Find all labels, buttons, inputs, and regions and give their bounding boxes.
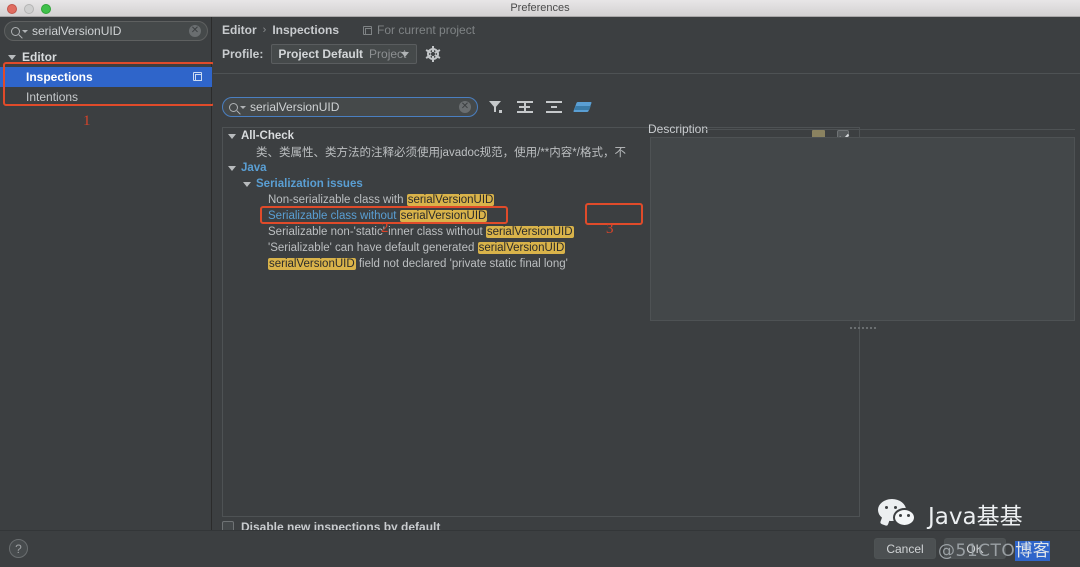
wechat-bubble-small (893, 508, 916, 527)
tree-row-prefix: Serializable non-'static' inner class wi… (268, 226, 486, 238)
project-scope-icon (363, 25, 373, 35)
chevron-down-icon[interactable] (401, 51, 410, 57)
chevron-down-icon[interactable] (240, 105, 246, 109)
tree-row-suffix: field not declared 'private static final… (355, 258, 568, 270)
watermark-text: Java基基 (928, 504, 1023, 530)
chevron-down-icon[interactable] (228, 133, 236, 139)
sidebar-search-value: serialVersionUID (32, 24, 122, 38)
scope-note-label: For current project (377, 23, 476, 37)
clear-icon[interactable]: ✕ (189, 25, 201, 37)
breadcrumb: Editor › Inspections For current project (222, 23, 475, 37)
bar (524, 103, 526, 111)
sidebar-item-label: Editor (22, 50, 57, 64)
description-divider (703, 129, 1075, 130)
profile-label: Profile: (222, 47, 264, 61)
wechat-eye (907, 514, 910, 517)
copy-icon[interactable] (193, 72, 202, 81)
reset-to-defaults-icon[interactable] (572, 97, 594, 117)
clear-icon[interactable]: ✕ (459, 101, 471, 113)
preferences-window: Preferences serialVersionUID ✕ Editor In… (0, 0, 1080, 567)
profile-value: Project Default (278, 47, 364, 61)
sidebar-item-inspections[interactable]: Inspections (0, 67, 212, 87)
splitter-grip[interactable] (849, 327, 876, 329)
tree-row-prefix: Non-serializable class with (268, 194, 407, 206)
tree-row-highlight: serialVersionUID (399, 210, 488, 222)
bar (546, 101, 562, 103)
sidebar-item-editor[interactable]: Editor (0, 47, 212, 67)
tree-row-highlight: serialVersionUID (477, 242, 566, 254)
search-icon (229, 102, 238, 112)
annotation-number-1: 1 (83, 113, 91, 129)
inspection-search-input[interactable]: serialVersionUID ✕ (222, 97, 478, 117)
funnel-dot (499, 110, 502, 113)
sidebar-item-label: Intentions (26, 90, 79, 104)
profile-row: Profile: Project Default Project (222, 44, 441, 64)
bar (546, 111, 562, 113)
sidebar-tree: Editor Inspections Intentions (0, 47, 212, 107)
breadcrumb-current: Inspections (272, 23, 340, 37)
description-label: Description (648, 122, 709, 136)
dialog-footer: ? Cancel OK (0, 530, 1080, 567)
watermark-overlay-left: @51CTO (938, 541, 1016, 561)
settings-sidebar: serialVersionUID ✕ Editor Inspections In… (0, 17, 215, 530)
wechat-eye (894, 506, 897, 509)
wechat-icon (878, 499, 920, 529)
tree-row-highlight: serialVersionUID (268, 258, 356, 270)
header-divider (213, 73, 1080, 74)
sidebar-item-label: Inspections (26, 70, 93, 84)
title-bar: Preferences (0, 0, 1080, 17)
wechat-eye (899, 514, 902, 517)
breadcrumb-separator: › (262, 24, 267, 36)
watermark-brand: Java基基 (878, 497, 1023, 531)
inspection-search-value: serialVersionUID (250, 100, 340, 114)
cancel-button[interactable]: Cancel (874, 538, 936, 559)
help-icon[interactable]: ? (9, 539, 28, 558)
bar (551, 106, 557, 108)
wechat-eye (885, 506, 888, 509)
profile-select[interactable]: Project Default Project (271, 44, 418, 64)
chevron-down-icon[interactable] (228, 165, 236, 171)
sidebar-item-intentions[interactable]: Intentions (0, 87, 212, 107)
description-splitter[interactable] (650, 325, 1075, 331)
scope-note: For current project (363, 23, 475, 37)
chevron-down-icon[interactable] (8, 54, 16, 60)
search-icon (11, 26, 20, 36)
bar (517, 111, 533, 113)
reset-shape-shadow (574, 106, 591, 110)
breadcrumb-parent[interactable]: Editor (222, 23, 257, 37)
watermark-overlay: @51CTO博客 (938, 536, 1051, 561)
tree-row-prefix: Serializable class without (268, 210, 400, 222)
watermark-overlay-right: 博客 (1015, 541, 1051, 561)
funnel-stem (494, 107, 496, 112)
tree-row-highlight: serialVersionUID (485, 226, 574, 238)
inspections-pane: Editor › Inspections For current project… (213, 17, 1080, 534)
inspection-toolbar: serialVersionUID ✕ (222, 97, 594, 117)
description-panel (650, 137, 1075, 321)
collapse-all-icon[interactable] (543, 97, 565, 117)
window-title: Preferences (510, 2, 570, 14)
filter-icon[interactable] (485, 97, 507, 117)
sidebar-search-input[interactable]: serialVersionUID ✕ (4, 21, 208, 41)
chevron-down-icon[interactable] (22, 29, 28, 33)
expand-all-icon[interactable] (514, 97, 536, 117)
tree-row-highlight: serialVersionUID (406, 194, 495, 206)
chevron-down-icon[interactable] (243, 181, 251, 187)
gear-icon[interactable] (425, 46, 441, 62)
tree-row-prefix: 'Serializable' can have default generate… (268, 242, 478, 254)
